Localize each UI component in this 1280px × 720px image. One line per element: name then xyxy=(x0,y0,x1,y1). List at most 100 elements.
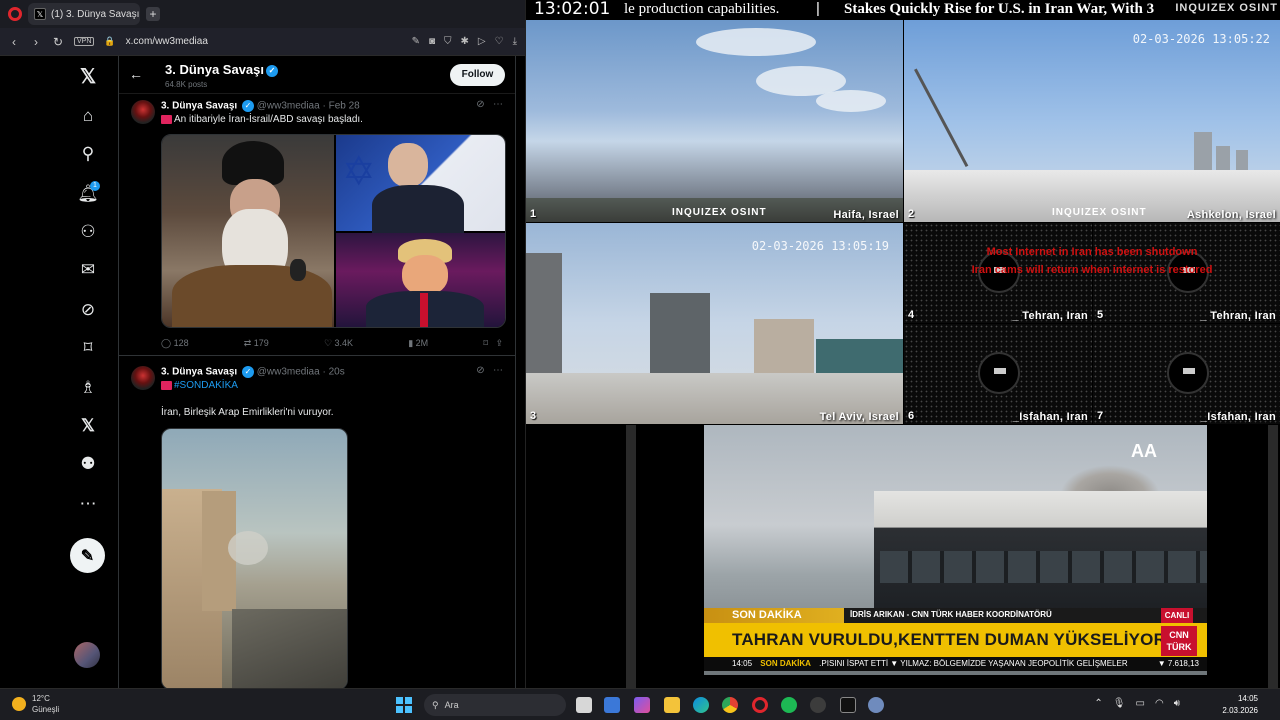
app-icon[interactable] xyxy=(810,697,826,713)
jobs-icon[interactable]: ♗ xyxy=(74,374,102,402)
capcut-icon[interactable] xyxy=(840,697,856,713)
chevron-up-icon[interactable]: ⌃ xyxy=(1094,698,1102,709)
opera-logo-icon[interactable] xyxy=(8,7,22,21)
edge-icon[interactable] xyxy=(693,697,709,713)
lock-icon[interactable]: 🔒 xyxy=(104,36,115,47)
task-view-icon[interactable] xyxy=(576,697,592,713)
forward-icon[interactable]: › xyxy=(30,35,42,49)
download-icon[interactable]: ⤓ xyxy=(513,36,517,47)
robe-shape xyxy=(172,265,332,327)
display-icon[interactable]: ▭ xyxy=(1136,698,1145,709)
opera-icon[interactable] xyxy=(752,697,768,713)
bookmarks-icon[interactable]: ⌑ xyxy=(74,334,102,362)
wifi-icon[interactable]: ◠ xyxy=(1155,698,1164,709)
extension-icon[interactable]: ✱ xyxy=(461,36,469,47)
grok-icon[interactable]: ⊘ xyxy=(476,99,484,110)
camera-icon[interactable]: ◙ xyxy=(429,36,435,47)
retweet-button[interactable]: ⇄ 179 xyxy=(244,338,269,349)
start-windows-icon[interactable] xyxy=(396,697,412,713)
tweet-author[interactable]: 3. Dünya Savaşı xyxy=(161,367,237,378)
tweet-card[interactable]: 3. Dünya Savaşı ✓ @ww3mediaa · 20s ⊘ ⋯ #… xyxy=(119,356,515,688)
profile-timeline: ← 3. Dünya Savaşı ✓ 64.8K posts Follow 3.… xyxy=(118,56,516,688)
messages-icon[interactable]: ✉ xyxy=(74,256,102,284)
camera-feed-offline[interactable]: 7 _Isfahan, Iran xyxy=(1093,324,1280,424)
views-button[interactable]: ▮ 2M xyxy=(408,338,428,349)
share-icon[interactable]: ⇪ xyxy=(495,338,503,348)
media-photo-speaker[interactable] xyxy=(336,233,505,327)
vpn-badge[interactable]: VPN xyxy=(74,37,95,46)
url-field[interactable]: x.com/ww3mediaa xyxy=(126,36,402,47)
new-tab-icon[interactable]: + xyxy=(146,7,160,21)
hashtag-text[interactable]: #SONDAKİKA xyxy=(174,380,238,391)
tweet-avatar[interactable] xyxy=(131,100,155,124)
tweet-handle[interactable]: @ww3mediaa xyxy=(257,101,320,112)
more-options-icon[interactable]: ⋯ xyxy=(493,99,503,110)
tweet-author[interactable]: 3. Dünya Savaşı xyxy=(161,101,237,112)
notifications-icon[interactable]: 🔔︎ 1 xyxy=(74,180,102,208)
x-logo-icon[interactable]: 𝕏 xyxy=(74,62,102,90)
building-shape xyxy=(754,319,814,379)
volume-icon[interactable]: 🔊︎ xyxy=(1174,698,1180,709)
news-broadcast[interactable]: AA SON DAKİKA İDRİS ARIKAN - CNN TÜRK HA… xyxy=(704,425,1207,675)
tweet-video[interactable] xyxy=(161,428,348,688)
camera-feed[interactable]: 02-03-2026 13:05:19 3 Tel Aviv, Israel xyxy=(526,223,903,424)
spotify-icon[interactable] xyxy=(781,697,797,713)
face-shape xyxy=(402,255,448,295)
tweet-card[interactable]: 3. Dünya Savaşı ✓ @ww3mediaa · Feb 28 ⊘ … xyxy=(119,94,515,356)
reload-icon[interactable]: ↻ xyxy=(52,35,64,49)
grok-icon[interactable]: ⊘ xyxy=(476,365,484,376)
grok-icon[interactable]: ⊘ xyxy=(74,296,102,324)
camera-feed-offline[interactable]: 6 _Isfahan, Iran xyxy=(904,324,1092,424)
copilot-icon[interactable] xyxy=(634,697,650,713)
media-photo-flag-speaker[interactable]: ✡ xyxy=(336,135,505,235)
system-tray: ⌃ 🎙︎ ▭ ◠ 🔊︎ xyxy=(1094,698,1180,709)
taskbar-clock[interactable]: 14:05 2.03.2026 xyxy=(1222,693,1258,717)
tweet-hashtag[interactable]: #SONDAKİKA xyxy=(161,380,238,391)
tweet-time[interactable]: 20s xyxy=(329,367,345,378)
tweet-time[interactable]: Feb 28 xyxy=(329,101,360,112)
premium-x-icon[interactable]: 𝕏 xyxy=(74,412,102,440)
tab-bar: 𝕏 (1) 3. Dünya Savaşı (@ww ✕ + xyxy=(0,0,525,28)
tweet-handle[interactable]: @ww3mediaa xyxy=(257,367,320,378)
chrome-icon[interactable] xyxy=(722,697,738,713)
taskbar: 12°C Güneşli ⚲ Ara ⌃ 🎙︎ ▭ ◠ 🔊︎ 14:05 2.0… xyxy=(0,688,1280,720)
tweet-avatar[interactable] xyxy=(131,366,155,390)
cam-location: _ Tehran, Iran xyxy=(1200,310,1276,322)
siren-emoji-icon xyxy=(161,114,172,124)
browser-tab[interactable]: 𝕏 (1) 3. Dünya Savaşı (@ww ✕ xyxy=(28,3,140,25)
tweet-menu: ⊘ ⋯ xyxy=(476,99,503,110)
reply-button[interactable]: ◯ 128 xyxy=(161,338,189,349)
heart-icon[interactable]: ♡ xyxy=(495,36,504,47)
like-button[interactable]: ♡ 3.4K xyxy=(324,338,353,349)
account-avatar[interactable] xyxy=(74,642,100,668)
compose-post-button[interactable]: ✎ xyxy=(70,538,105,573)
weather-widget[interactable]: 12°C Güneşli xyxy=(12,693,59,715)
tweet-media-grid[interactable]: ✡ xyxy=(161,134,506,328)
follow-button[interactable]: Follow xyxy=(450,64,505,86)
home-icon[interactable]: ⌂ xyxy=(74,102,102,130)
settings-gear-icon[interactable] xyxy=(868,697,884,713)
back-arrow-icon[interactable]: ← xyxy=(129,66,143,82)
store-icon[interactable] xyxy=(604,697,620,713)
explore-search-icon[interactable]: ⚲ xyxy=(74,140,102,168)
back-icon[interactable]: ‹ xyxy=(8,35,20,49)
bookmark-icon[interactable]: ⌑ xyxy=(483,338,488,348)
player-scrollbar[interactable] xyxy=(1268,425,1278,688)
media-photo-cleric[interactable] xyxy=(162,135,334,327)
more-options-icon[interactable]: ⋯ xyxy=(493,365,503,376)
taskbar-search[interactable]: ⚲ Ara xyxy=(424,694,566,716)
edit-icon[interactable]: ✎ xyxy=(412,36,420,47)
file-explorer-icon[interactable] xyxy=(664,697,680,713)
shield-icon[interactable]: ⛉ xyxy=(444,36,452,47)
more-icon[interactable]: ⋯ xyxy=(74,490,102,518)
camera-feed[interactable]: INQUIZEX OSINT 1 Haifa, Israel xyxy=(526,20,903,222)
microphone-icon[interactable]: 🎙︎ xyxy=(1113,698,1126,709)
camera-feed[interactable]: 02-03-2026 13:05:22 INQUIZEX OSINT 2 Ash… xyxy=(904,20,1280,222)
play-icon[interactable]: ▷ xyxy=(478,36,486,47)
ticker-separator: | xyxy=(816,0,820,17)
profile-icon[interactable]: ⚉ xyxy=(74,450,102,478)
post-count: 64.8K posts xyxy=(165,80,208,89)
browser-window: 𝕏 (1) 3. Dünya Savaşı (@ww ✕ + ‹ › ↻ VPN… xyxy=(0,0,526,688)
tweet-text-content: An itibariyle İran-İsrail/ABD savaşı baş… xyxy=(174,114,363,125)
follow-people-icon[interactable]: ⚇ xyxy=(74,218,102,246)
